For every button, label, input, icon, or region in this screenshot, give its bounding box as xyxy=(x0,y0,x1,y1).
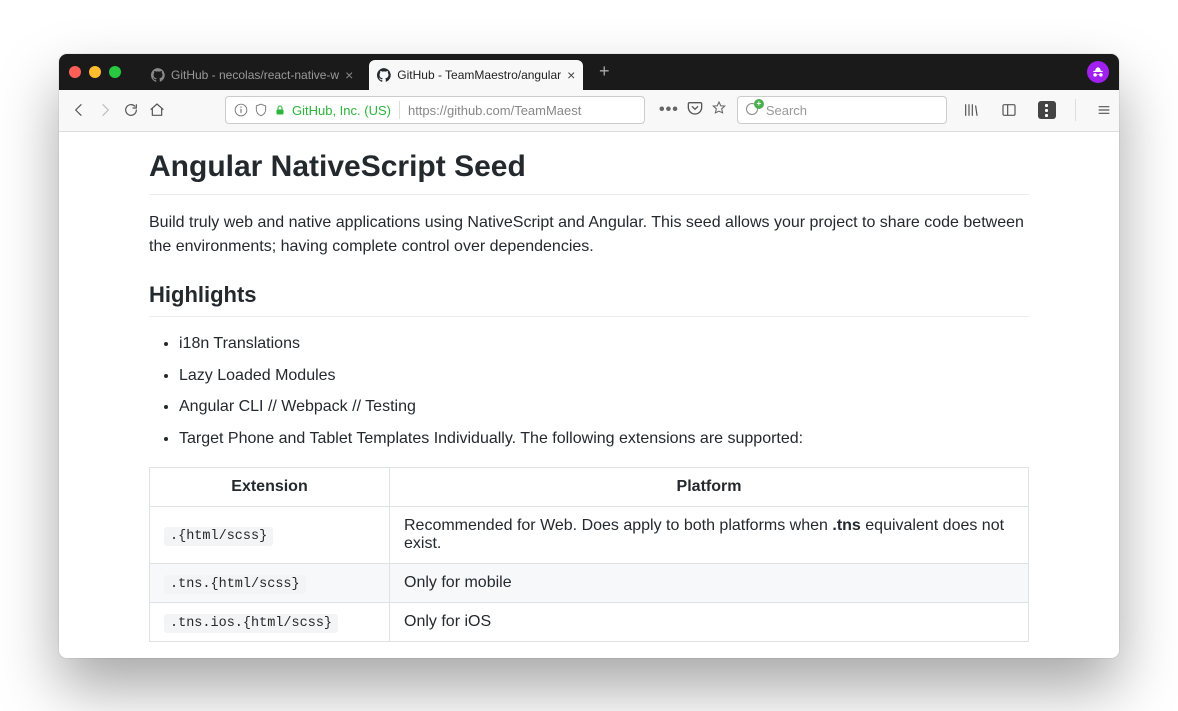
page-title: Angular NativeScript Seed xyxy=(149,132,1029,195)
app-menu-button[interactable] xyxy=(1090,96,1118,124)
page-actions-menu-icon[interactable]: ••• xyxy=(659,101,679,119)
back-button[interactable] xyxy=(71,96,87,124)
tab-title: GitHub - necolas/react-native-w xyxy=(171,68,339,82)
extension-icon xyxy=(1038,101,1056,119)
search-icon: + xyxy=(746,103,760,117)
tracking-protection-icon[interactable] xyxy=(254,103,268,117)
table-row: .tns.ios.{html/scss} Only for iOS xyxy=(150,603,1029,642)
page-viewport: Angular NativeScript Seed Build truly we… xyxy=(59,132,1119,658)
tab-close-icon[interactable]: × xyxy=(567,67,575,83)
window-minimize-button[interactable] xyxy=(89,66,101,78)
search-placeholder: Search xyxy=(766,103,807,118)
url-bar[interactable]: GitHub, Inc. (US) https://github.com/Tea… xyxy=(225,96,645,124)
github-favicon-icon xyxy=(151,68,165,82)
reload-button[interactable] xyxy=(123,96,139,124)
bookmark-star-icon[interactable] xyxy=(711,100,727,121)
site-info-icon[interactable] xyxy=(234,103,248,117)
lock-icon xyxy=(274,103,286,117)
table-header-extension: Extension xyxy=(150,468,390,507)
profile-badge[interactable] xyxy=(1087,61,1109,83)
list-item: Angular CLI // Webpack // Testing xyxy=(179,394,1029,420)
highlights-heading: Highlights xyxy=(149,282,1029,317)
toolbar-divider xyxy=(1075,99,1076,121)
page-actions: ••• xyxy=(659,100,727,121)
readme-content: Angular NativeScript Seed Build truly we… xyxy=(139,132,1039,658)
platform-text: Recommended for Web. Does apply to both … xyxy=(404,517,832,534)
incognito-icon xyxy=(1091,65,1105,79)
list-item: Lazy Loaded Modules xyxy=(179,363,1029,389)
github-favicon-icon xyxy=(377,68,391,82)
forward-button[interactable] xyxy=(97,96,113,124)
search-bar[interactable]: + Search xyxy=(737,96,947,124)
site-identity-label: GitHub, Inc. (US) xyxy=(292,103,391,118)
window-close-button[interactable] xyxy=(69,66,81,78)
sidebar-button[interactable] xyxy=(995,96,1023,124)
window-controls xyxy=(69,66,121,78)
toolbar-right xyxy=(957,96,1118,124)
tab-inactive[interactable]: GitHub - necolas/react-native-w × xyxy=(143,60,361,90)
platform-cell: Only for iOS xyxy=(390,603,1029,642)
lead-paragraph: Build truly web and native applications … xyxy=(149,211,1029,261)
tab-title: GitHub - TeamMaestro/angular xyxy=(397,68,561,82)
platform-cell: Recommended for Web. Does apply to both … xyxy=(390,507,1029,564)
new-tab-button[interactable]: + xyxy=(591,59,617,85)
library-button[interactable] xyxy=(957,96,985,124)
pocket-icon[interactable] xyxy=(687,100,703,121)
navigation-toolbar: GitHub, Inc. (US) https://github.com/Tea… xyxy=(59,90,1119,132)
list-item: Target Phone and Tablet Templates Indivi… xyxy=(179,426,1029,452)
extension-code: .{html/scss} xyxy=(164,527,273,546)
tab-active[interactable]: GitHub - TeamMaestro/angular × xyxy=(369,60,583,90)
highlights-list: i18n Translations Lazy Loaded Modules An… xyxy=(149,331,1029,451)
window-zoom-button[interactable] xyxy=(109,66,121,78)
table-header-platform: Platform xyxy=(390,468,1029,507)
extensions-table: Extension Platform .{html/scss} Recommen… xyxy=(149,467,1029,642)
table-row: .tns.{html/scss} Only for mobile xyxy=(150,564,1029,603)
list-item: i18n Translations xyxy=(179,331,1029,357)
tab-bar: GitHub - necolas/react-native-w × GitHub… xyxy=(59,54,1119,90)
extension-button[interactable] xyxy=(1033,96,1061,124)
platform-strong: .tns xyxy=(832,517,860,534)
table-row: .{html/scss} Recommended for Web. Does a… xyxy=(150,507,1029,564)
home-button[interactable] xyxy=(149,96,165,124)
extension-code: .tns.ios.{html/scss} xyxy=(164,614,338,633)
platform-cell: Only for mobile xyxy=(390,564,1029,603)
url-text: https://github.com/TeamMaest xyxy=(408,103,636,118)
urlbar-separator xyxy=(399,101,400,119)
extension-code: .tns.{html/scss} xyxy=(164,575,306,594)
tab-close-icon[interactable]: × xyxy=(345,67,353,83)
browser-window: GitHub - necolas/react-native-w × GitHub… xyxy=(59,54,1119,658)
